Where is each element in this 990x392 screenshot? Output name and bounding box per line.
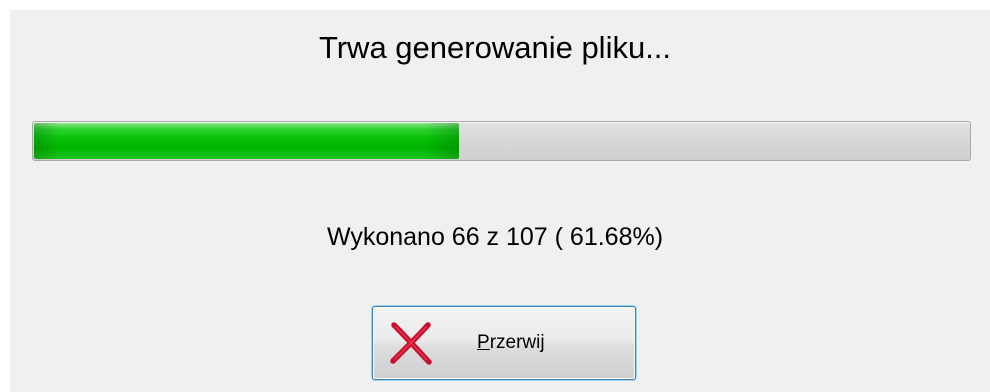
- progress-dialog: Trwa generowanie pliku... Wykonano 66 z …: [10, 10, 990, 392]
- progress-bar-fill: [34, 123, 459, 159]
- abort-button[interactable]: Przerwij: [372, 306, 636, 380]
- progress-bar: [32, 121, 971, 161]
- progress-status-text: Wykonano 66 z 107 ( 61.68%): [326, 223, 664, 251]
- abort-button-label-rest: rzerwij: [489, 332, 545, 353]
- abort-button-accelerator: P: [477, 332, 490, 353]
- dialog-title: Trwa generowanie pliku...: [318, 30, 672, 65]
- red-x-icon: [389, 321, 433, 365]
- abort-button-label: Przerwij: [477, 331, 597, 355]
